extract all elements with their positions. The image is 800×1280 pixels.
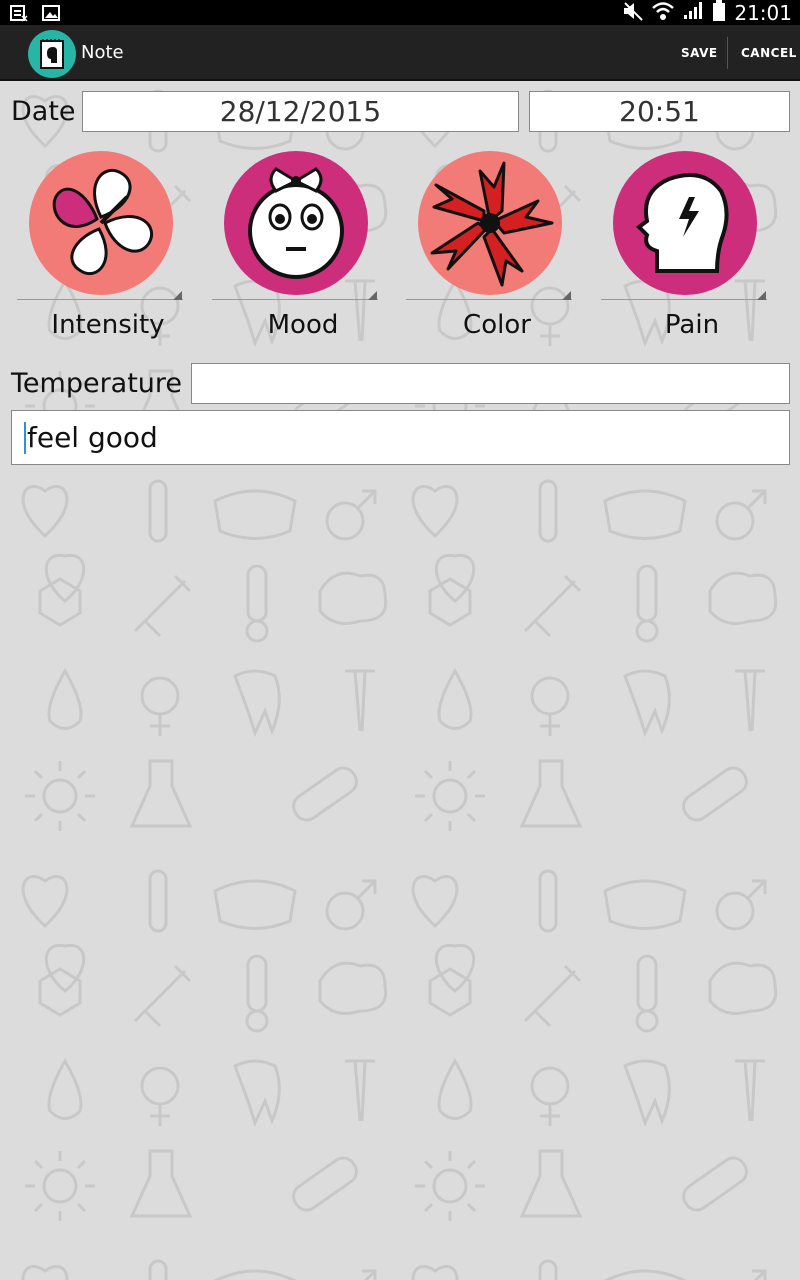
intensity-underline <box>17 299 183 300</box>
pain-label: Pain <box>664 310 720 340</box>
color-label: Color <box>463 310 531 340</box>
page-title: Note <box>81 42 124 63</box>
clover-icon <box>29 151 173 295</box>
mood-spinner[interactable] <box>212 151 382 301</box>
image-notification-icon <box>42 4 60 26</box>
pain-spinner[interactable] <box>601 151 771 301</box>
calendar-notification-icon <box>10 4 28 26</box>
color-spinner[interactable] <box>406 151 576 301</box>
status-time: 21:01 <box>734 0 792 25</box>
signal-icon <box>682 1 704 25</box>
note-text: feel good <box>27 421 158 454</box>
time-field[interactable]: 20:51 <box>529 91 790 132</box>
dropdown-indicator-icon <box>173 291 182 300</box>
mood-underline <box>212 299 378 300</box>
color-underline <box>406 299 572 300</box>
intensity-label: Intensity <box>51 310 165 340</box>
save-button[interactable]: SAVE <box>681 25 718 81</box>
pain-underline <box>601 299 767 300</box>
mute-icon <box>622 1 644 25</box>
app-logo-icon[interactable] <box>28 30 76 78</box>
temperature-field[interactable] <box>191 363 790 404</box>
text-cursor <box>24 421 26 454</box>
battery-icon <box>712 0 726 26</box>
dropdown-indicator-icon <box>757 291 766 300</box>
date-field[interactable]: 28/12/2015 <box>82 91 519 132</box>
mood-label: Mood <box>267 310 339 340</box>
date-label: Date <box>11 96 76 127</box>
flower-icon <box>418 151 562 295</box>
wifi-icon <box>652 1 675 25</box>
dropdown-indicator-icon <box>562 291 571 300</box>
status-bar: 21:01 <box>0 0 800 25</box>
note-input[interactable]: feel good <box>11 410 790 465</box>
action-bar: Note SAVE CANCEL <box>0 25 800 81</box>
intensity-spinner[interactable] <box>17 151 187 301</box>
cancel-button[interactable]: CANCEL <box>741 25 797 81</box>
head-pain-icon <box>613 151 757 295</box>
face-icon <box>224 151 368 295</box>
action-divider <box>727 37 728 69</box>
dropdown-indicator-icon <box>368 291 377 300</box>
temperature-label: Temperature <box>11 368 183 399</box>
